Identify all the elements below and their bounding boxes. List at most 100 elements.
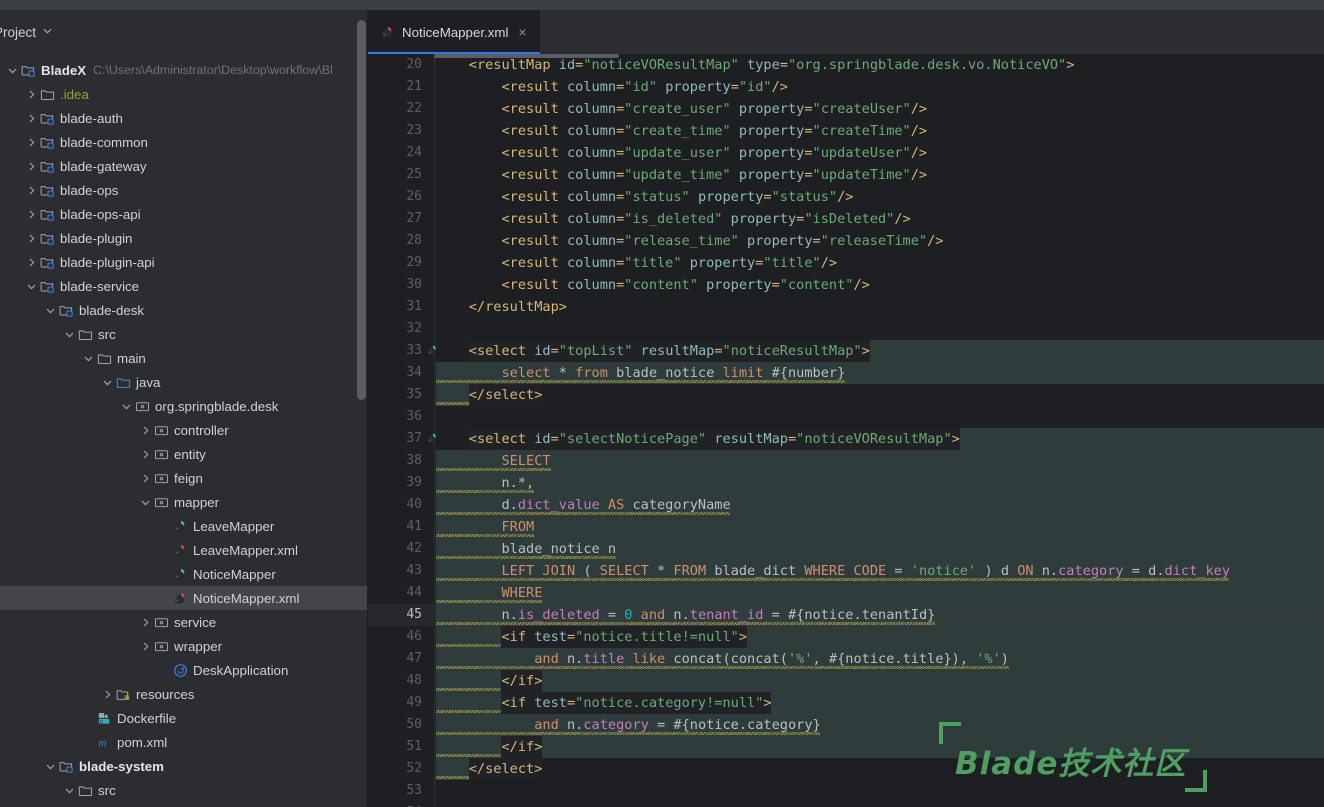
tree-item[interactable]: main	[0, 346, 368, 370]
chevron-right-icon[interactable]	[139, 616, 152, 629]
code-line[interactable]: 37 <select id="selectNoticePage" resultM…	[368, 428, 1324, 450]
chevron-down-icon[interactable]	[6, 64, 19, 77]
code-line[interactable]: 41 FROM	[368, 516, 1324, 538]
tree-item[interactable]: mapper	[0, 490, 368, 514]
chevron-right-icon[interactable]	[25, 232, 38, 245]
tree-item[interactable]: blade-plugin	[0, 226, 368, 250]
code-line[interactable]: 34 select * from blade_notice limit #{nu…	[368, 362, 1324, 384]
code-line[interactable]: 38 SELECT	[368, 450, 1324, 472]
code-editor[interactable]: 20 <resultMap id="noticeVOResultMap" typ…	[368, 54, 1324, 807]
project-tree[interactable]: BladeX C:\Users\Administrator\Desktop\wor…	[0, 58, 368, 807]
chevron-right-icon[interactable]	[25, 184, 38, 197]
code-line[interactable]: 47 and n.title like concat(concat('%', #…	[368, 648, 1324, 670]
tree-item[interactable]: org.springblade.desk	[0, 394, 368, 418]
code-line[interactable]: 52 </select>	[368, 758, 1324, 780]
code-line[interactable]: 32	[368, 318, 1324, 340]
tree-item[interactable]: entity	[0, 442, 368, 466]
code-lines[interactable]: 20 <resultMap id="noticeVOResultMap" typ…	[368, 54, 1324, 807]
tree-item[interactable]: NoticeMapper	[0, 562, 368, 586]
sidebar-scrollbar[interactable]	[357, 20, 366, 400]
tree-item[interactable]: m pom.xml	[0, 730, 368, 754]
tree-item[interactable]: controller	[0, 418, 368, 442]
chevron-down-icon[interactable]	[44, 760, 57, 773]
tree-item[interactable]: LeaveMapper.xml	[0, 538, 368, 562]
code-line[interactable]: 39 n.*,	[368, 472, 1324, 494]
tree-item[interactable]: LeaveMapper	[0, 514, 368, 538]
tree-item[interactable]: blade-system	[0, 754, 368, 778]
code-line[interactable]: 24 <result column="update_user" property…	[368, 142, 1324, 164]
tree-item[interactable]: blade-plugin-api	[0, 250, 368, 274]
code-line[interactable]: 23 <result column="create_time" property…	[368, 120, 1324, 142]
code-line[interactable]: 51 </if>	[368, 736, 1324, 758]
chevron-right-icon[interactable]	[25, 208, 38, 221]
chevron-down-icon[interactable]	[43, 28, 52, 34]
editor-horizontal-scrollbar[interactable]	[434, 54, 619, 58]
tree-item-label: NoticeMapper	[193, 566, 276, 582]
tree-item[interactable]: blade-ops	[0, 178, 368, 202]
tree-item[interactable]: .idea	[0, 82, 368, 106]
editor-tab-noticemapper-xml[interactable]: NoticeMapper.xml ×	[368, 10, 540, 54]
chevron-right-icon[interactable]	[139, 448, 152, 461]
code-line[interactable]: 45 n.is_deleted = 0 and n.tenant_id = #{…	[368, 604, 1324, 626]
chevron-right-icon[interactable]	[101, 688, 114, 701]
tree-item[interactable]: BladeX C:\Users\Administrator\Desktop\wor…	[0, 58, 368, 82]
code-line[interactable]: 49 <if test="notice.category!=null">	[368, 692, 1324, 714]
code-line[interactable]: 35 </select>	[368, 384, 1324, 406]
chevron-down-icon[interactable]	[139, 496, 152, 509]
code-line[interactable]: 31 </resultMap>	[368, 296, 1324, 318]
code-line[interactable]: 25 <result column="update_time" property…	[368, 164, 1324, 186]
chevron-down-icon[interactable]	[63, 328, 76, 341]
tree-item-selected[interactable]: NoticeMapper.xml	[0, 586, 368, 610]
code-line[interactable]: 27 <result column="is_deleted" property=…	[368, 208, 1324, 230]
tree-item[interactable]: wrapper	[0, 634, 368, 658]
code-line[interactable]: 53	[368, 780, 1324, 802]
code-line[interactable]: 30 <result column="content" property="co…	[368, 274, 1324, 296]
code-line[interactable]: 54 </mapper>	[368, 802, 1324, 807]
tree-item-label: DeskApplication	[193, 662, 289, 678]
code-line[interactable]: 46 <if test="notice.title!=null">	[368, 626, 1324, 648]
close-icon[interactable]: ×	[515, 23, 529, 41]
chevron-down-icon[interactable]	[82, 352, 95, 365]
tree-item[interactable]: DeskApplication	[0, 658, 368, 682]
chevron-right-icon[interactable]	[25, 256, 38, 269]
chevron-down-icon[interactable]	[120, 400, 133, 413]
tree-item[interactable]: src	[0, 322, 368, 346]
chevron-right-icon[interactable]	[25, 112, 38, 125]
tree-item[interactable]: service	[0, 610, 368, 634]
chevron-down-icon[interactable]	[63, 784, 76, 797]
code-line[interactable]: 36	[368, 406, 1324, 428]
code-line[interactable]: 29 <result column="title" property="titl…	[368, 252, 1324, 274]
chevron-down-icon[interactable]	[25, 280, 38, 293]
code-line[interactable]: 33 <select id="topList" resultMap="notic…	[368, 340, 1324, 362]
project-panel-header[interactable]: Project	[0, 10, 368, 54]
tree-item[interactable]: blade-ops-api	[0, 202, 368, 226]
code-line[interactable]: 42 blade_notice n	[368, 538, 1324, 560]
code-line[interactable]: 28 <result column="release_time" propert…	[368, 230, 1324, 252]
tree-item[interactable]: resources	[0, 682, 368, 706]
tree-item[interactable]: D Dockerfile	[0, 706, 368, 730]
tree-item[interactable]: blade-common	[0, 130, 368, 154]
code-line[interactable]: 21 <result column="id" property="id"/>	[368, 76, 1324, 98]
code-line[interactable]: 50 and n.category = #{notice.category}	[368, 714, 1324, 736]
chevron-down-icon[interactable]	[44, 304, 57, 317]
chevron-right-icon[interactable]	[139, 472, 152, 485]
tree-item[interactable]: java	[0, 370, 368, 394]
tree-item[interactable]: src	[0, 778, 368, 802]
code-line[interactable]: 43 LEFT JOIN ( SELECT * FROM blade_dict …	[368, 560, 1324, 582]
chevron-right-icon[interactable]	[25, 160, 38, 173]
tree-item[interactable]: blade-gateway	[0, 154, 368, 178]
code-line[interactable]: 26 <result column="status" property="sta…	[368, 186, 1324, 208]
tree-item[interactable]: blade-service	[0, 274, 368, 298]
code-line[interactable]: 40 d.dict_value AS categoryName	[368, 494, 1324, 516]
chevron-right-icon[interactable]	[25, 88, 38, 101]
code-line[interactable]: 44 WHERE	[368, 582, 1324, 604]
chevron-down-icon[interactable]	[101, 376, 114, 389]
tree-item[interactable]: blade-desk	[0, 298, 368, 322]
code-line[interactable]: 22 <result column="create_user" property…	[368, 98, 1324, 120]
tree-item[interactable]: blade-auth	[0, 106, 368, 130]
tree-item[interactable]: feign	[0, 466, 368, 490]
chevron-right-icon[interactable]	[139, 640, 152, 653]
chevron-right-icon[interactable]	[25, 136, 38, 149]
code-line[interactable]: 48 </if>	[368, 670, 1324, 692]
chevron-right-icon[interactable]	[139, 424, 152, 437]
